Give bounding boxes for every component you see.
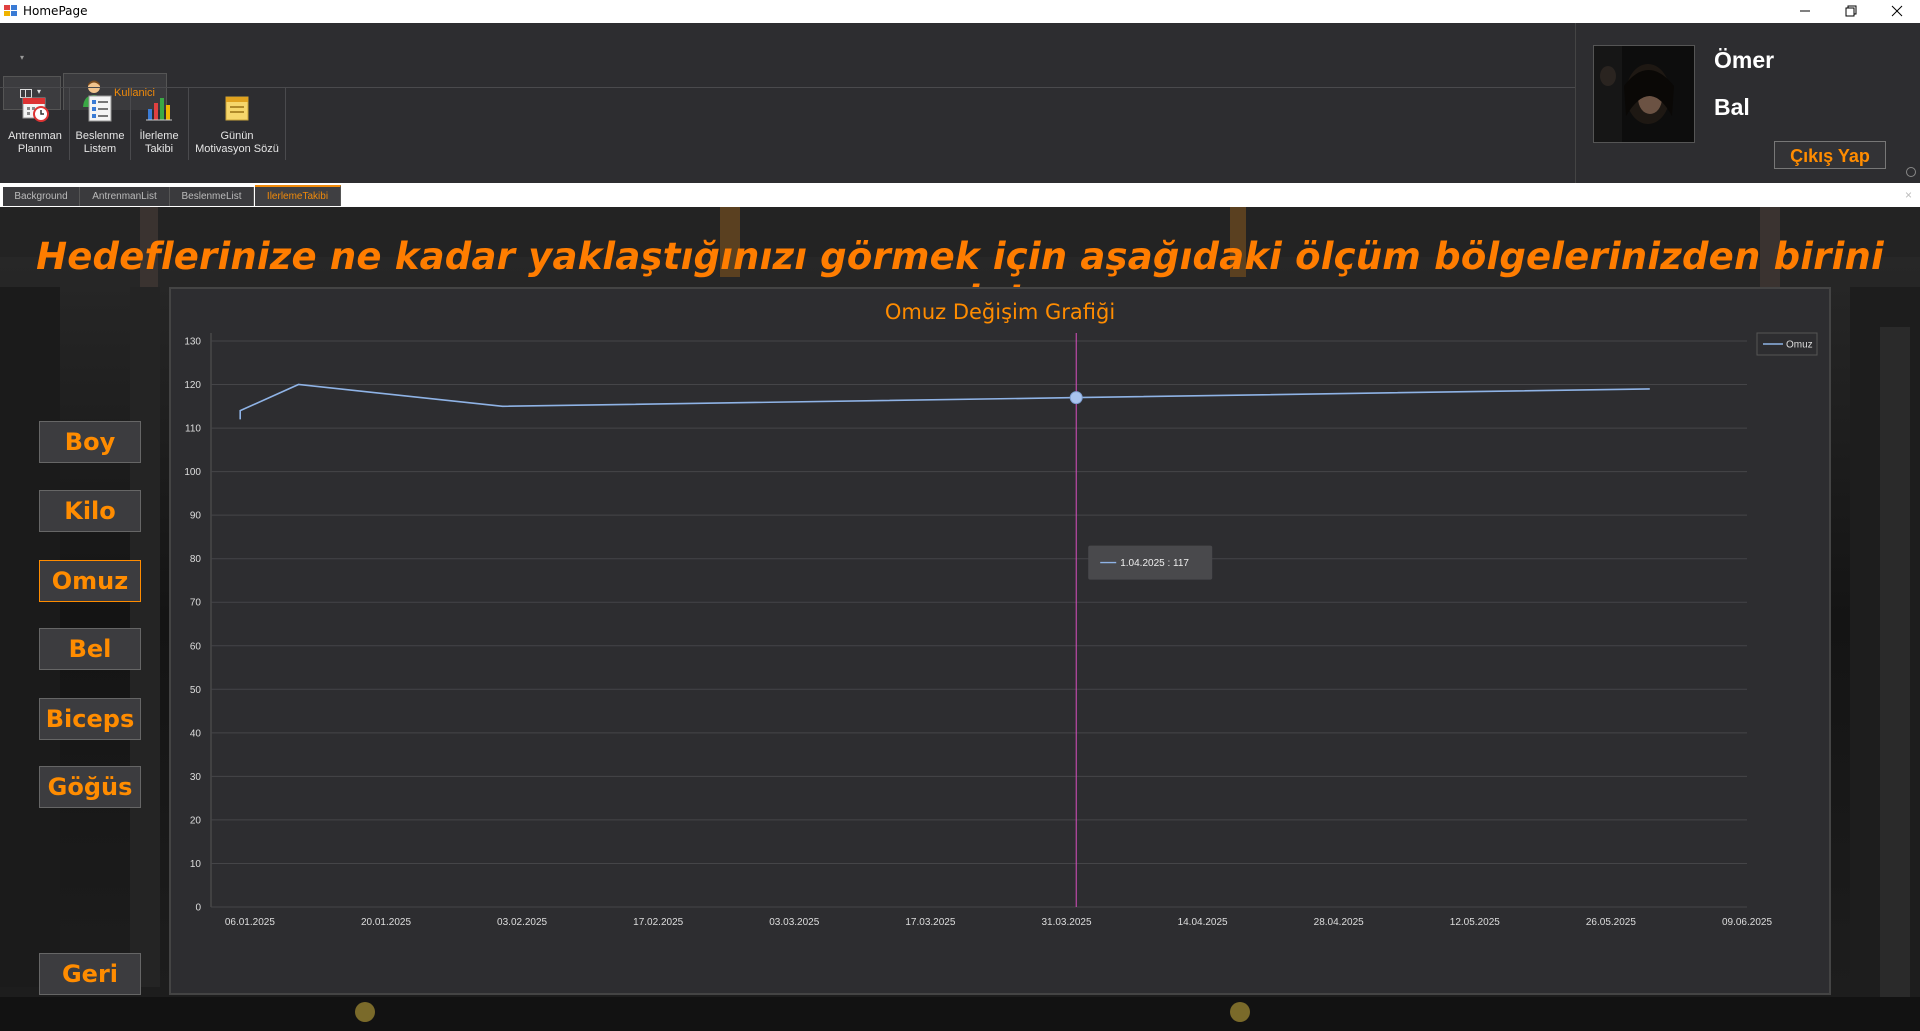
back-button[interactable]: Geri (39, 953, 141, 995)
omuz-series-line (239, 383, 1650, 420)
omuz-line-chart[interactable]: Omuz Değişim Grafiği 0 10 20 30 40 50 60 70 80 90 1… (171, 289, 1829, 993)
calendar-clock-icon (22, 97, 49, 122)
motivasyon-sozu-label: Günün Motivasyon Sözü (195, 130, 279, 155)
ilerleme-takibi-label: İlerleme Takibi (139, 130, 179, 155)
options-icon[interactable] (1906, 167, 1916, 177)
y-tick-label: 20 (190, 815, 202, 826)
close-button[interactable] (1874, 0, 1920, 22)
minimize-icon (1800, 10, 1810, 12)
close-tab-icon[interactable]: × (1905, 188, 1912, 202)
quick-access-dropdown[interactable]: ▾ (20, 53, 24, 62)
document-tabs: Background AntrenmanList BeslenmeList Il… (0, 183, 1920, 207)
plot-area (211, 333, 1747, 907)
user-first-name: Ömer (1714, 47, 1775, 73)
x-tick-label: 03.02.2025 (497, 917, 547, 928)
kilo-button[interactable]: Kilo (39, 490, 141, 532)
x-tick-label: 28.04.2025 (1314, 917, 1364, 928)
bel-button[interactable]: Bel (39, 628, 141, 670)
x-tick-label: 31.03.2025 (1041, 917, 1091, 928)
profile-photo (1594, 46, 1694, 142)
y-tick-label: 0 (195, 903, 201, 914)
chart-panel: Omuz Değişim Grafiği 0 10 20 30 40 50 60 70 80 90 1… (169, 287, 1831, 995)
beslenme-listem-label: Beslenme Listem (75, 130, 125, 155)
y-tick-label: 40 (190, 728, 202, 739)
motivasyon-sozu-button[interactable]: Günün Motivasyon Sözü (189, 88, 285, 160)
beslenme-listem-button[interactable]: Beslenme Listem (70, 88, 130, 160)
chart-title: Omuz Değişim Grafiği (885, 300, 1115, 324)
hover-point (1069, 391, 1083, 405)
y-tick-label: 130 (184, 337, 201, 348)
y-tick-label: 60 (190, 641, 202, 652)
tab-ilerlemetakibi[interactable]: IlerlemeTakibi (255, 185, 341, 206)
avatar (1593, 45, 1695, 143)
minimize-button[interactable] (1782, 0, 1828, 22)
tooltip-text: 1.04.2025 : 117 (1120, 558, 1189, 569)
title-bar: HomePage (0, 0, 1920, 24)
user-panel: Ömer Bal Çıkış Yap (1575, 23, 1920, 183)
x-tick-label: 03.03.2025 (769, 917, 819, 928)
y-tick-label: 30 (190, 772, 202, 783)
restore-button[interactable] (1828, 0, 1874, 22)
user-last-name: Bal (1714, 94, 1750, 120)
y-tick-label: 80 (190, 554, 202, 565)
boy-button[interactable]: Boy (39, 421, 141, 463)
x-tick-label: 06.01.2025 (225, 917, 275, 928)
y-tick-label: 70 (190, 598, 202, 609)
y-tick-label: 120 (184, 380, 201, 391)
antrenman-planim-button[interactable]: Antrenman Planım (3, 88, 67, 160)
x-tick-label: 12.05.2025 (1450, 917, 1500, 928)
x-tick-label: 14.04.2025 (1178, 917, 1228, 928)
checklist-icon (88, 95, 112, 122)
ilerleme-takibi-page: Hedeflerinize ne kadar yaklaştığınızı gö… (0, 207, 1920, 1031)
antrenman-planim-label: Antrenman Planım (8, 130, 62, 155)
tab-beslenmelist[interactable]: BeslenmeList (170, 187, 254, 206)
x-tick-label: 17.03.2025 (905, 917, 955, 928)
legend-label: Omuz (1786, 340, 1813, 351)
x-tick-label: 17.02.2025 (633, 917, 683, 928)
restore-icon (1845, 5, 1857, 17)
biceps-button[interactable]: Biceps (39, 698, 141, 740)
close-icon (1891, 5, 1903, 17)
y-tick-label: 110 (185, 424, 201, 435)
y-tick-label: 10 (190, 859, 202, 870)
bar-chart-icon (146, 98, 172, 121)
note-icon (225, 96, 249, 121)
x-tick-label: 09.06.2025 (1722, 917, 1772, 928)
logout-button[interactable]: Çıkış Yap (1774, 141, 1886, 169)
y-tick-label: 50 (190, 685, 202, 696)
x-tick-label: 20.01.2025 (361, 917, 411, 928)
window-title: HomePage (23, 4, 88, 18)
x-tick-label: 26.05.2025 (1586, 917, 1636, 928)
tab-antrenmanlist[interactable]: AntrenmanList (80, 187, 170, 206)
y-tick-label: 100 (184, 467, 201, 478)
ribbon-separator (285, 88, 286, 160)
tab-background[interactable]: Background (3, 187, 80, 206)
ilerleme-takibi-button[interactable]: İlerleme Takibi (131, 88, 187, 160)
gogus-button[interactable]: Göğüs (39, 766, 141, 808)
app-icon (4, 5, 17, 17)
omuz-button[interactable]: Omuz (39, 560, 141, 602)
y-tick-label: 90 (190, 511, 202, 522)
